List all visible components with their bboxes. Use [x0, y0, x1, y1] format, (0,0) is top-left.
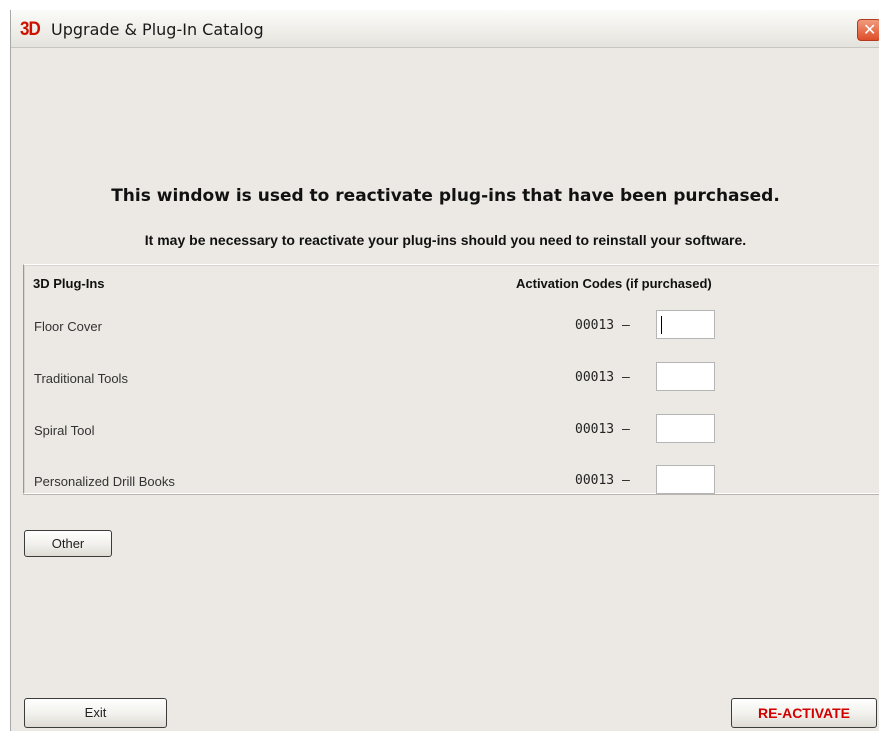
page-heading: This window is used to reactivate plug-i…	[111, 186, 780, 206]
plugin-name-personalized-drill-books: Personalized Drill Books	[34, 474, 175, 489]
exit-button[interactable]: Exit	[24, 698, 167, 728]
window-title: Upgrade & Plug-In Catalog	[51, 20, 264, 39]
code-prefix-personalized-drill-books: 00013 –	[575, 473, 630, 488]
activation-code-input-traditional-tools[interactable]	[656, 362, 715, 391]
code-prefix-spiral-tool: 00013 –	[575, 422, 630, 437]
close-button[interactable]: ✕	[857, 19, 879, 41]
activation-code-input-floor-cover[interactable]	[656, 310, 715, 339]
plugins-panel	[23, 264, 879, 494]
activation-code-input-spiral-tool[interactable]	[656, 414, 715, 443]
other-button[interactable]: Other	[24, 530, 112, 557]
plugin-name-floor-cover: Floor Cover	[34, 319, 102, 334]
page-subheading: It may be necessary to reactivate your p…	[144, 232, 747, 248]
activation-code-input-personalized-drill-books[interactable]	[656, 465, 715, 494]
plugin-name-spiral-tool: Spiral Tool	[34, 423, 95, 438]
title-bar[interactable]: 3D Upgrade & Plug-In Catalog ✕	[11, 10, 879, 48]
code-prefix-floor-cover: 00013 –	[575, 318, 630, 333]
3d-logo-icon: 3D	[20, 17, 41, 40]
plugin-name-traditional-tools: Traditional Tools	[34, 371, 128, 386]
text-cursor	[661, 316, 662, 334]
code-prefix-traditional-tools: 00013 –	[575, 370, 630, 385]
close-icon: ✕	[863, 20, 877, 39]
codes-column-header: Activation Codes (if purchased)	[516, 276, 712, 291]
plugin-catalog-window: 3D Upgrade & Plug-In Catalog ✕ This wind…	[10, 10, 879, 731]
reactivate-button[interactable]: RE-ACTIVATE	[731, 698, 877, 728]
plugins-column-header: 3D Plug-Ins	[33, 276, 105, 291]
